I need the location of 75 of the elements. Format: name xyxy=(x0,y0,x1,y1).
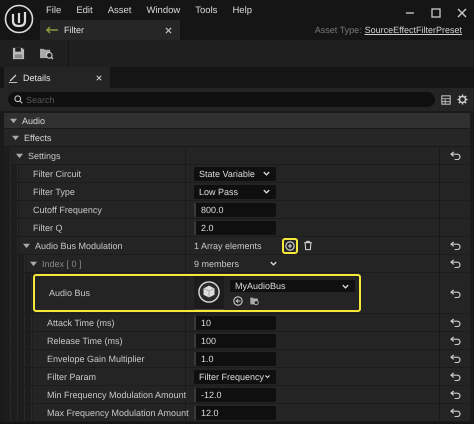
menu-item[interactable]: Edit xyxy=(70,4,102,16)
pencil-icon xyxy=(8,72,18,82)
property-label: Filter Param xyxy=(47,372,96,382)
asset-type-label: Asset Type: xyxy=(314,25,362,35)
array-count: 1 Array elements xyxy=(194,240,262,250)
property-label: Release Time (ms) xyxy=(47,336,123,346)
menu-item[interactable]: Window xyxy=(140,4,190,16)
property-label: Settings xyxy=(28,150,61,160)
property-label: Attack Time (ms) xyxy=(47,318,115,328)
cube-icon xyxy=(198,281,220,303)
dropdown[interactable]: Low Pass xyxy=(194,184,276,198)
reset-icon[interactable] xyxy=(450,288,460,298)
table-view-icon[interactable] xyxy=(441,94,451,104)
property-label: Filter Q xyxy=(33,222,63,232)
asset-dropdown[interactable]: MyAudioBus xyxy=(230,280,355,292)
menu-item[interactable]: Tools xyxy=(189,4,226,16)
number-field[interactable]: 1.0 xyxy=(194,352,276,366)
menu-item[interactable]: File xyxy=(40,4,70,16)
number-field[interactable]: -12.0 xyxy=(194,388,276,402)
asset-thumbnail[interactable] xyxy=(194,275,224,311)
property-label: Filter Type xyxy=(33,186,75,196)
reset-icon[interactable] xyxy=(450,408,460,417)
number-field[interactable]: 100 xyxy=(194,334,276,348)
category-header[interactable]: Audio xyxy=(4,113,470,129)
add-element-button[interactable] xyxy=(282,238,298,254)
browse-folder-icon[interactable] xyxy=(249,296,260,306)
property-label: Audio Bus xyxy=(49,288,90,298)
expand-arrow-icon[interactable] xyxy=(16,152,23,159)
property-label: Min Frequency Modulation Amount xyxy=(47,390,186,400)
property-label: Index [ 0 ] xyxy=(42,258,82,268)
trash-icon xyxy=(302,240,313,251)
number-field[interactable]: 800.0 xyxy=(194,202,276,216)
property-label: Envelope Gain Multiplier xyxy=(47,354,145,364)
plus-circle-icon xyxy=(284,240,295,250)
reset-icon[interactable] xyxy=(450,318,460,327)
chevron-icon xyxy=(269,259,278,268)
menu-item[interactable]: Asset xyxy=(102,4,140,16)
menu-item[interactable]: Help xyxy=(226,4,261,16)
reset-icon[interactable] xyxy=(450,259,460,268)
save-icon[interactable] xyxy=(12,47,25,60)
use-selected-icon[interactable] xyxy=(233,296,243,306)
number-field[interactable]: 10 xyxy=(194,316,276,330)
expand-arrow-icon[interactable] xyxy=(23,242,30,249)
reset-icon[interactable] xyxy=(450,390,460,399)
category-label: Audio xyxy=(22,116,46,126)
reset-icon[interactable] xyxy=(450,336,460,345)
expand-arrow-icon[interactable] xyxy=(12,134,19,141)
expand-arrow-icon[interactable] xyxy=(30,260,37,267)
number-field[interactable]: 2.0 xyxy=(194,220,276,234)
search-field[interactable]: Search xyxy=(8,92,435,107)
close-icon[interactable] xyxy=(165,26,172,34)
property-label: Audio Bus Modulation xyxy=(35,240,123,250)
close-icon[interactable] xyxy=(96,74,102,80)
document-tab[interactable]: Filter xyxy=(40,20,180,40)
logo-icon[interactable] xyxy=(4,4,34,34)
reset-icon[interactable] xyxy=(450,354,460,363)
category-header[interactable]: Effects xyxy=(4,129,470,147)
chevron-icon xyxy=(341,282,350,290)
category-label: Effects xyxy=(24,132,52,142)
members-label: 9 members xyxy=(194,258,240,268)
details-tab[interactable]: Details xyxy=(4,67,110,88)
number-field[interactable]: 12.0 xyxy=(194,406,276,420)
property-label: Max Frequency Modulation Amount xyxy=(47,408,189,418)
asset-type-link[interactable]: SourceEffectFilterPreset xyxy=(364,25,462,35)
reset-icon[interactable] xyxy=(450,372,460,381)
property-label: Cutoff Frequency xyxy=(33,204,102,214)
chevron-icon xyxy=(264,372,271,381)
dropdown[interactable]: State Variable xyxy=(194,166,276,180)
reset-icon[interactable] xyxy=(450,151,460,160)
property-label: Filter Circuit xyxy=(33,168,82,178)
settings-icon[interactable] xyxy=(457,94,468,105)
reset-icon[interactable] xyxy=(450,241,460,250)
browse-icon[interactable] xyxy=(39,47,54,60)
expand-arrow-icon[interactable] xyxy=(10,117,17,124)
dropdown[interactable]: Filter Frequency xyxy=(194,370,276,384)
